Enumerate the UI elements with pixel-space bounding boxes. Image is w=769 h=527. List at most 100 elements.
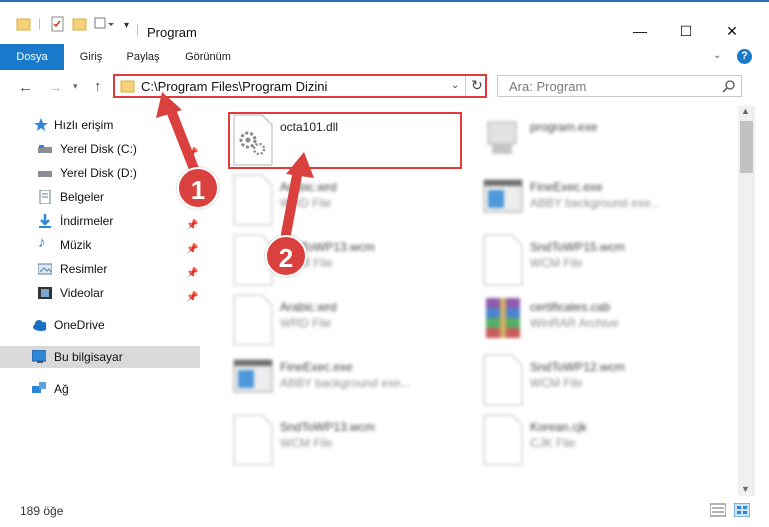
file-icon [483,234,523,286]
file-icon [483,354,523,406]
computer-icon [32,350,46,363]
document-icon [39,190,51,204]
status-bar [0,496,769,527]
file-type: CJK File [530,436,576,450]
tab-view[interactable]: Görünüm [176,44,240,70]
file-type: WCM File [280,436,333,450]
music-icon: ♪ [38,234,46,251]
scroll-down-icon[interactable]: ▼ [741,484,750,494]
step-badge-2: 2 [265,235,307,277]
arrow-2-icon [281,152,314,238]
file-item-sndtowp12-wcm[interactable]: SndToWP12.wcm WCM File [482,354,722,408]
file-name: certificates.cab [530,300,611,314]
back-arrow-icon[interactable]: ← [18,79,33,96]
sidebar-item-label: OneDrive [54,318,105,332]
file-name: FineExec.exe [530,180,603,194]
tab-home[interactable]: Giriş [68,44,114,70]
pin-icon[interactable]: 📌 [186,287,198,309]
sidebar-item-label: Resimler [60,262,108,276]
file-name: SndToWP13.wcm [280,420,375,434]
file-type: WCM File [530,376,583,390]
up-arrow-icon[interactable]: ↑ [94,78,102,95]
file-type: WRD File [280,316,332,330]
folder-icon [16,18,31,31]
properties-icon[interactable] [50,16,66,32]
drive-icon [38,171,52,177]
sidebar-item-label: Yerel Disk (C:) [60,142,137,156]
scrollbar-thumb[interactable] [740,121,753,173]
file-icon [483,414,523,466]
file-name: SndToWP15.wcm [530,240,625,254]
title-separator: | [136,22,140,36]
pictures-icon [38,263,52,275]
forward-arrow-icon[interactable]: → [48,79,63,96]
sidebar-item-label: Müzik [60,238,92,252]
sidebar-item-label: Belgeler [60,190,105,204]
star-icon [34,118,48,131]
large-icons-view-icon[interactable] [734,503,750,517]
download-icon [39,214,51,228]
new-folder-icon[interactable] [72,16,88,32]
file-item-fineexec-exe[interactable]: FineExec.exe ABBY background exe... [482,174,722,228]
video-icon [38,287,52,299]
file-item-sndtowp15-wcm[interactable]: SndToWP15.wcm WCM File [482,234,722,288]
folder-icon [120,80,135,93]
minimize-button[interactable]: — [617,16,663,46]
close-button[interactable]: ✕ [709,16,755,46]
expand-ribbon-icon[interactable]: ⌄ [713,50,721,61]
qat-dropdown-icon[interactable]: ▾ [124,20,129,31]
file-icon [233,294,273,346]
file-item-arabic-wrd[interactable]: Arabic.wrd WRD File [232,294,472,348]
qat-separator: | [38,16,42,30]
details-view-icon[interactable] [710,503,726,517]
sidebar-item-downloads[interactable]: İndirmeler 📌 [0,210,200,232]
address-dropdown-icon[interactable]: ⌄ [451,80,459,91]
help-button[interactable]: ? [737,49,752,64]
archive-icon [486,298,520,338]
drive-icon [38,145,52,153]
file-name: FineExec.exe [280,360,353,374]
file-item-certificates-cab[interactable]: certificates.cab WinRAR Archive [482,294,722,348]
sidebar-item-this-pc[interactable]: Bu bilgisayar [0,346,200,368]
customize-toolbar-icon[interactable] [94,16,114,32]
sidebar-item-label: Videolar [60,286,104,300]
cloud-icon [33,320,46,331]
sidebar-item-onedrive[interactable]: OneDrive [0,314,200,336]
tab-file[interactable]: Dosya [0,44,64,70]
refresh-button[interactable]: ↻ [465,76,486,96]
sidebar-item-label: Ağ [54,382,69,396]
file-icon [233,414,273,466]
sidebar-item-label: Yerel Disk (D:) [60,166,137,180]
ribbon-tabs: Dosya Giriş Paylaş Görünüm ⌄ ? [0,44,769,71]
title-bar: | ▾ | Program — ☐ ✕ [0,0,769,44]
refresh-icon: ↻ [471,77,483,93]
search-icon[interactable] [722,80,736,94]
sidebar-item-network[interactable]: Ağ [0,378,200,400]
sidebar-item-label: Bu bilgisayar [54,350,123,364]
file-item-korean-cjk[interactable]: Korean.cjk CJK File [482,414,722,468]
file-name: Arabic.wrd [280,300,337,314]
sidebar-item-label: İndirmeler [60,214,114,228]
maximize-button[interactable]: ☐ [663,16,709,46]
sidebar-item-videos[interactable]: Videolar 📌 [0,282,200,304]
file-type: WCM File [530,256,583,270]
file-type: ABBY background exe... [530,196,661,210]
file-item-sndtowp13-wcm[interactable]: SndToWP13.wcm WCM File [232,414,472,468]
network-icon [32,382,46,393]
file-name: program.exe [530,120,598,134]
file-name: Korean.cjk [530,420,587,434]
scroll-up-icon[interactable]: ▲ [741,106,750,116]
file-item-fineexec-exe[interactable]: FineExec.exe ABBY background exe... [232,354,472,408]
step-badge-1: 1 [177,167,219,209]
file-name: SndToWP12.wcm [530,360,625,374]
recent-locations-icon[interactable]: ▾ [73,81,78,92]
exe-window-icon [483,179,523,213]
item-count: 189 öğe [20,504,64,518]
tab-share[interactable]: Paylaş [118,44,168,70]
sidebar-item-label: Hızlı erişim [54,118,114,132]
sidebar-item-music[interactable]: ♪ Müzik 📌 [0,234,200,256]
sidebar-item-pictures[interactable]: Resimler 📌 [0,258,200,280]
search-input[interactable]: Ara: Program [509,79,586,94]
search-box[interactable]: Ara: Program [497,75,742,97]
file-item-program-exe[interactable]: program.exe [482,114,722,168]
